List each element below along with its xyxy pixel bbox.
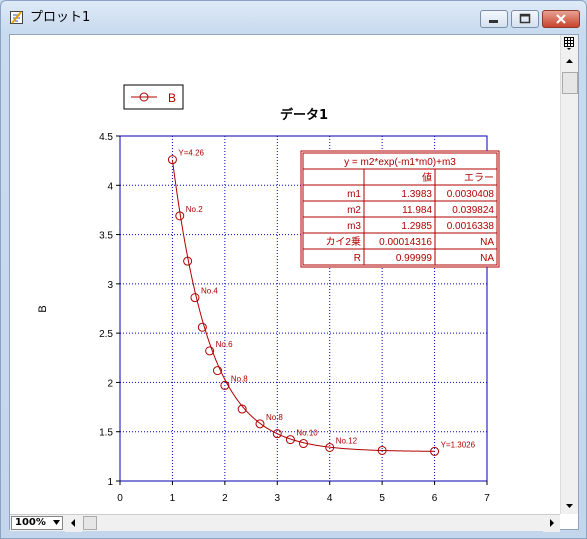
- close-button[interactable]: [542, 10, 580, 28]
- zoom-value: 100%: [15, 517, 46, 528]
- arrow-up-icon: [566, 59, 573, 63]
- y-tick-label: 2.5: [99, 329, 113, 340]
- scroll-left-button[interactable]: [65, 515, 82, 532]
- arrow-left-icon: [71, 519, 75, 527]
- chart-title: データ1: [280, 107, 328, 123]
- x-tick-label: 4: [327, 493, 333, 504]
- scroll-up-button[interactable]: [561, 53, 578, 70]
- point-annotation: Y=4.26: [178, 149, 204, 158]
- y-tick-label: 1.5: [99, 428, 113, 439]
- scroll-thumb[interactable]: [562, 72, 578, 94]
- fit-results-table[interactable]: y = m2*exp(-m1*m0)+m3 値 エラー m1 1.3983 0.00304…: [300, 150, 500, 268]
- maximize-icon: [519, 13, 531, 24]
- title-bar[interactable]: プロット1: [1, 1, 586, 33]
- fit-table-cell: NA: [480, 237, 494, 248]
- arrow-down-icon: [566, 504, 573, 508]
- y-tick-label: 1: [107, 477, 113, 488]
- arrow-right-icon: [550, 519, 554, 527]
- plot-canvas[interactable]: B データ1 B 0 1 2 3 4 5 6 711.522.533.544.5 Y=4.26…: [10, 35, 560, 514]
- chevron-down-icon: [53, 520, 60, 525]
- fit-table-cell: NA: [480, 253, 494, 264]
- data-point: [190, 293, 200, 303]
- fit-table-cell: 0.039824: [452, 205, 494, 216]
- x-tick-label: 5: [379, 493, 385, 504]
- x-tick-label: 7: [484, 493, 490, 504]
- horizontal-scrollbar[interactable]: 100%: [10, 514, 560, 532]
- x-tick-label: 6: [432, 493, 438, 504]
- h-scroll-thumb[interactable]: [83, 516, 97, 530]
- point-annotation: No.10: [296, 429, 318, 438]
- fit-table-cell: m2: [347, 205, 361, 216]
- fit-table-cell: 1.2985: [401, 221, 432, 232]
- y-tick-label: 3: [107, 280, 113, 291]
- point-annotation: No.8: [266, 413, 283, 422]
- legend: B: [123, 84, 184, 110]
- close-icon: [556, 14, 566, 24]
- y-tick-label: 3.5: [99, 231, 113, 242]
- fit-table-cell: m3: [347, 221, 361, 232]
- maximize-button[interactable]: [511, 10, 539, 28]
- fit-equation: y = m2*exp(-m1*m0)+m3: [344, 157, 456, 168]
- fit-table-cell: エラー: [464, 172, 494, 184]
- fit-table-cell: 11.984: [402, 205, 432, 216]
- point-annotation: Y=1.3026: [441, 440, 476, 449]
- x-tick-label: 0: [117, 493, 123, 504]
- fit-table-cell: 0.0030408: [447, 189, 495, 200]
- fit-table-cell: 0.99999: [396, 253, 433, 264]
- fit-table-cell: 値: [422, 171, 432, 184]
- fit-table-cell: R: [354, 253, 361, 264]
- x-tick-label: 3: [275, 493, 281, 504]
- window-title: プロット1: [30, 10, 91, 25]
- zoom-select[interactable]: 100%: [11, 516, 63, 530]
- x-tick-label: 1: [170, 493, 176, 504]
- fit-table-cell: カイ2乗: [325, 236, 361, 248]
- y-tick-label: 2: [107, 378, 113, 389]
- data-point: [197, 322, 207, 332]
- scroll-right-button[interactable]: [543, 515, 560, 532]
- y-axis-label: B: [37, 305, 49, 312]
- scroll-down-button[interactable]: [561, 497, 578, 514]
- tool-grid-button[interactable]: [561, 35, 578, 52]
- plot-window: プロット1 B データ1 B 0 1 2 3 4 5 6 7 1 1.5 2 2…: [0, 0, 587, 539]
- x-tick-label: 2: [222, 493, 228, 504]
- table-icon: [564, 37, 574, 50]
- vertical-scrollbar[interactable]: [560, 35, 578, 514]
- fit-table-cell: 1.3983: [401, 189, 432, 200]
- point-annotation: No.6: [216, 340, 233, 349]
- y-tick-label: 4.5: [99, 132, 113, 143]
- fit-table-cell: 0.00014316: [379, 237, 432, 248]
- minimize-icon: [489, 20, 498, 23]
- fit-table-cell: 0.0016338: [447, 221, 495, 232]
- point-annotation: No.2: [186, 205, 203, 214]
- legend-label: B: [168, 91, 176, 105]
- plot-document-icon: [10, 11, 23, 24]
- point-annotation: No.8: [231, 374, 248, 383]
- point-annotation: No.12: [336, 436, 358, 445]
- plot-area: B データ1 B 0 1 2 3 4 5 6 7 1 1.5 2 2.5 3 3.5 4 4.5 Y=4.26…: [9, 34, 579, 532]
- y-tick-label: 4: [107, 181, 113, 192]
- minimize-button[interactable]: [480, 10, 508, 28]
- fit-table-cell: m1: [347, 189, 361, 200]
- point-annotation: No.4: [201, 287, 218, 296]
